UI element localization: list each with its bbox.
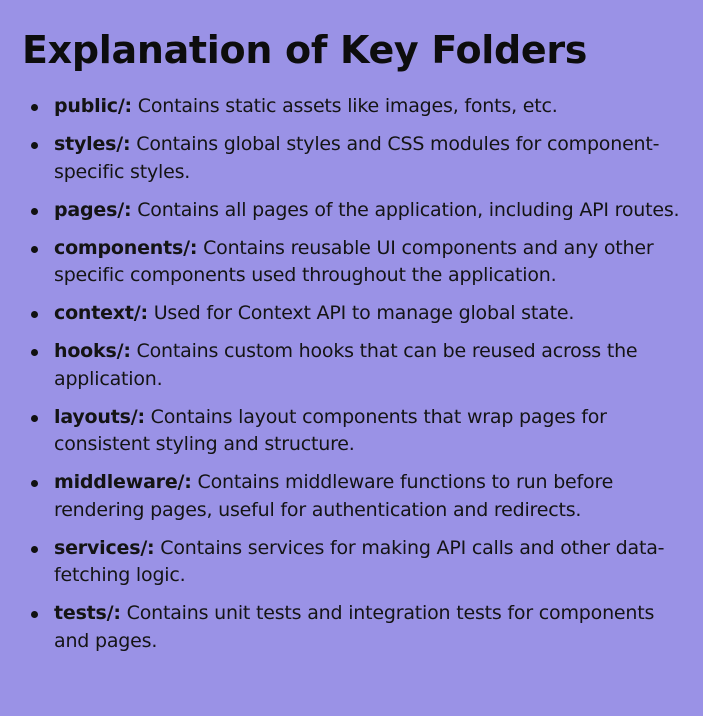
bullet-icon — [31, 611, 38, 618]
bullet-icon — [31, 545, 38, 553]
bullet-icon — [31, 142, 38, 149]
list-item: styles/: Contains global styles and CSS … — [22, 131, 689, 186]
folder-name: tests/: — [54, 602, 121, 624]
bullet-icon — [31, 104, 38, 111]
folder-name: public/: — [54, 95, 132, 117]
folder-description: Used for Context API to manage global st… — [147, 302, 575, 324]
folder-name: context/: — [54, 302, 148, 324]
folder-description: Contains all pages of the application, i… — [131, 198, 680, 221]
list-item: components/: Contains reusable UI compon… — [22, 235, 689, 290]
folder-name: components/: — [54, 236, 198, 259]
list-item: hooks/: Contains custom hooks that can b… — [22, 338, 689, 393]
list-item: middleware/: Contains middleware functio… — [22, 469, 689, 524]
list-item: public/: Contains static assets like ima… — [22, 93, 689, 121]
list-item: services/: Contains services for making … — [22, 535, 689, 590]
bullet-icon — [31, 311, 38, 318]
folder-explanation-card: Explanation of Key Folders public/: Cont… — [0, 0, 703, 716]
bullet-icon — [31, 414, 38, 422]
folder-description: Contains custom hooks that can be reused… — [54, 340, 638, 390]
folder-description: Contains unit tests and integration test… — [54, 602, 655, 652]
list-item: context/: Used for Context API to manage… — [22, 300, 689, 328]
bullet-icon — [31, 207, 38, 215]
folder-name: services/: — [54, 536, 155, 559]
bullet-icon — [31, 349, 38, 356]
folder-name: styles/: — [54, 133, 131, 155]
list-item: tests/: Contains unit tests and integrat… — [22, 600, 689, 655]
folder-name: middleware/: — [54, 471, 192, 493]
folder-description: Contains global styles and CSS modules f… — [54, 133, 660, 183]
folder-name: hooks/: — [54, 340, 131, 362]
page-title: Explanation of Key Folders — [22, 28, 588, 72]
bullet-icon — [31, 245, 38, 253]
list-item: pages/: Contains all pages of the applic… — [22, 197, 689, 225]
folder-name: layouts/: — [54, 405, 145, 428]
folder-name: pages/: — [54, 198, 132, 221]
folder-list: public/: Contains static assets like ima… — [22, 93, 689, 655]
folder-description: Contains static assets like images, font… — [131, 95, 558, 117]
list-item: layouts/: Contains layout components tha… — [22, 404, 689, 459]
bullet-icon — [31, 480, 38, 487]
